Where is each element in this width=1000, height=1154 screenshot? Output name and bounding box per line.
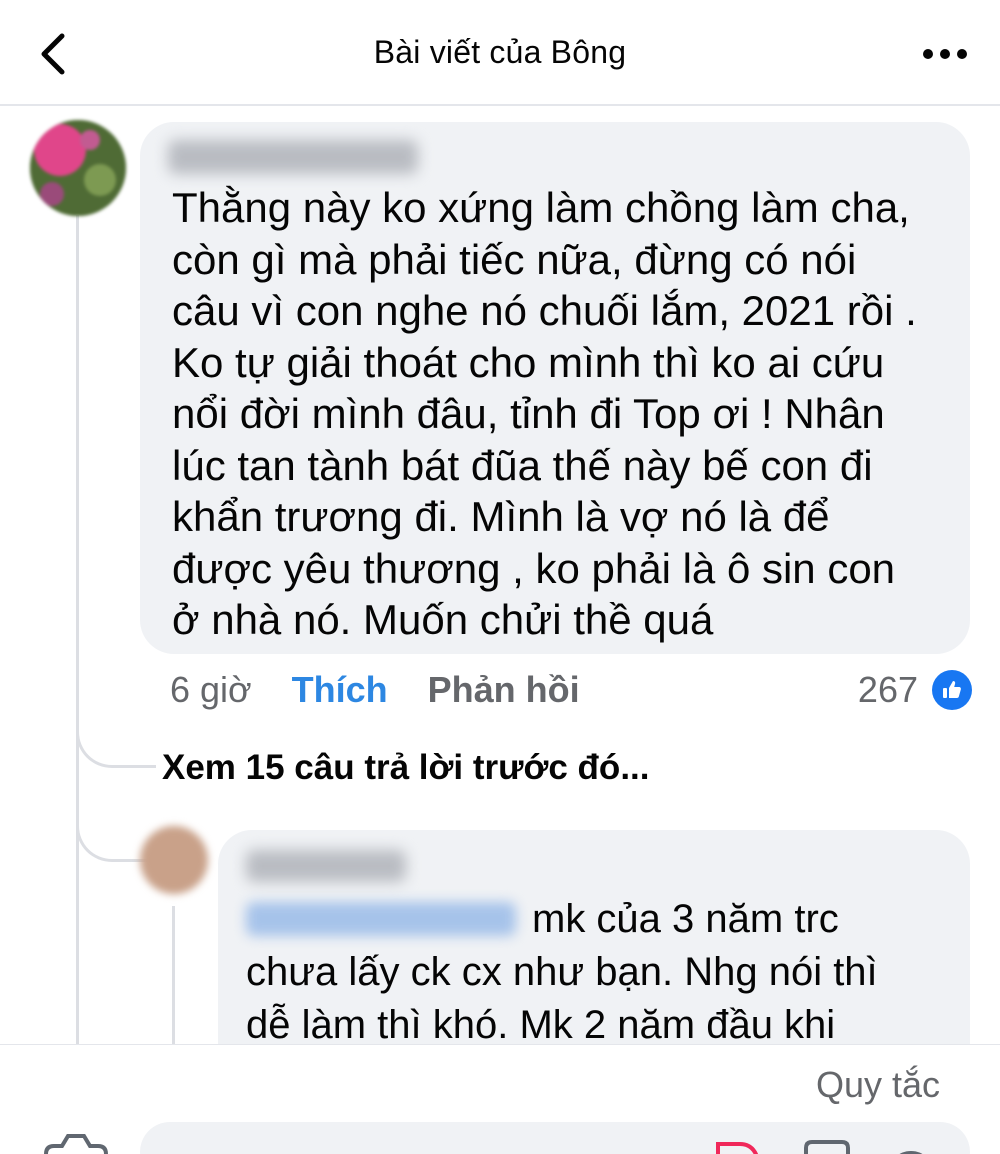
reaction-summary[interactable]: 267: [858, 666, 972, 714]
community-rules-link[interactable]: Quy tắc: [816, 1064, 940, 1106]
sticker-icon[interactable]: [714, 1134, 764, 1154]
camera-icon[interactable]: [40, 1132, 112, 1154]
commenter-name-redacted[interactable]: [168, 140, 418, 174]
thread-connector: [76, 718, 156, 768]
gif-icon[interactable]: [802, 1134, 852, 1154]
emoji-icon[interactable]: [886, 1134, 936, 1154]
reply-button[interactable]: Phản hồi: [428, 669, 580, 711]
like-thumb-icon: [932, 670, 972, 710]
reply-author-name-redacted[interactable]: [246, 850, 406, 882]
commenter-avatar[interactable]: [30, 120, 126, 216]
page-title: Bài viết của Bông: [373, 34, 627, 70]
comment-time: 6 giờ: [170, 669, 252, 710]
like-button[interactable]: Thích: [292, 669, 388, 711]
more-horizontal-icon: [923, 49, 967, 59]
comment-text: Thằng này ko xứng làm chồng làm cha, còn…: [172, 184, 917, 643]
reply-text: mk của 3 năm trc chưa lấy ck cx như bạn.…: [246, 893, 956, 1052]
thread-line: [76, 215, 79, 1045]
reply-author-avatar[interactable]: [140, 826, 208, 894]
comment-actions: 6 giờ Thích Phản hồi: [170, 666, 580, 714]
view-previous-replies-link[interactable]: Xem 15 câu trả lời trước đó...: [162, 748, 650, 788]
comment-input-placeholder: [180, 1136, 189, 1154]
more-options-button[interactable]: [920, 36, 970, 72]
top-bar: Bài viết của Bông: [0, 0, 1000, 106]
reply-thread-line: [172, 906, 175, 1046]
reaction-count: 267: [857, 669, 918, 710]
mention-redacted[interactable]: [246, 902, 516, 936]
